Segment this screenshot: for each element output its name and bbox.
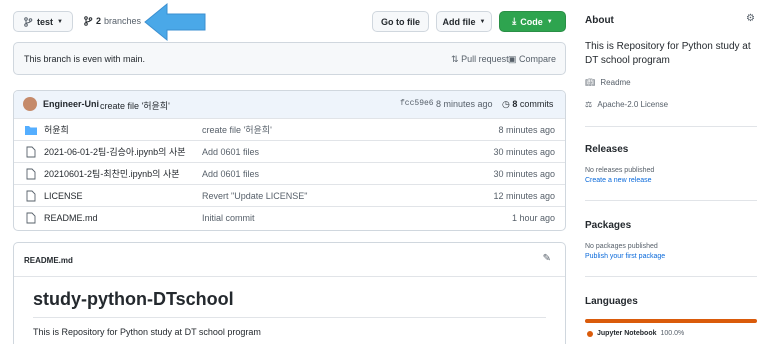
- file-row[interactable]: LICENSE Revert "Update LICENSE" 12 minut…: [14, 184, 565, 206]
- readme-separator: [14, 276, 565, 277]
- law-icon: ⚖: [585, 100, 593, 109]
- file-list-box: Engineer-Uni create file '허윤희' fcc59e6 8…: [13, 90, 566, 231]
- sidebar-divider: [585, 276, 757, 277]
- latest-commit-bar: Engineer-Uni create file '허윤희' fcc59e6 8…: [14, 91, 565, 118]
- gear-icon[interactable]: ⚙: [746, 13, 755, 24]
- file-commit-message[interactable]: Add 0601 files: [202, 169, 259, 179]
- packages-title: Packages: [585, 220, 632, 231]
- chevron-down-icon: ▼: [479, 18, 486, 25]
- go-to-file-label: Go to file: [381, 16, 420, 27]
- sidebar-divider: [585, 126, 757, 127]
- file-name[interactable]: 20210601-2팀-최찬민.ipynb의 사본: [44, 167, 180, 180]
- commits-label: commits: [519, 99, 554, 109]
- file-row[interactable]: 20210601-2팀-최찬민.ipynb의 사본 Add 0601 files…: [14, 162, 565, 184]
- packages-none-text: No packages published: [585, 243, 658, 250]
- file-name[interactable]: 허윤희: [44, 123, 69, 136]
- about-title: About: [585, 15, 614, 26]
- file-time: 12 minutes ago: [493, 190, 555, 201]
- language-name: Jupyter Notebook: [597, 330, 657, 337]
- license-link-label: Apache-2.0 License: [597, 100, 669, 109]
- file-row[interactable]: 허윤희 create file '허윤희' 8 minutes ago: [14, 118, 565, 140]
- download-icon: ⤓: [512, 16, 517, 26]
- file-icon: [26, 212, 36, 223]
- language-item[interactable]: Jupyter Notebook 100.0%: [587, 330, 684, 337]
- releases-title: Releases: [585, 144, 629, 155]
- commit-message[interactable]: create file '허윤희': [100, 99, 170, 112]
- folder-icon: [25, 125, 37, 135]
- file-commit-message[interactable]: create file '허윤희': [202, 123, 272, 136]
- file-time: 30 minutes ago: [493, 168, 555, 179]
- file-name[interactable]: 2021-06-01-2팀-김승아.ipynb의 사본: [44, 145, 186, 158]
- readme-link-label: Readme: [600, 78, 631, 87]
- commit-time: 8 minutes ago: [436, 99, 493, 109]
- about-text: This is Repository for Python study at D…: [585, 41, 751, 66]
- readme-filename: README.md: [24, 256, 73, 265]
- compare-link[interactable]: ▣ Compare: [508, 54, 556, 65]
- languages-title: Languages: [585, 296, 638, 307]
- file-time: 1 hour ago: [511, 212, 555, 223]
- create-release-link[interactable]: Create a new release: [585, 177, 652, 184]
- branches-count: 2: [96, 16, 102, 26]
- annotation-arrow: [144, 2, 206, 42]
- commits-count: 8: [512, 99, 518, 109]
- branch-name: test: [37, 16, 54, 27]
- branch-select-button[interactable]: test ▼: [13, 11, 73, 32]
- readme-heading: study-python-DTschool: [33, 289, 234, 309]
- releases-none-text: No releases published: [585, 167, 655, 174]
- pull-request-link[interactable]: ⇅ Pull request: [451, 54, 509, 65]
- file-name[interactable]: README.md: [44, 213, 98, 223]
- compare-icon: ▣: [508, 54, 517, 64]
- language-percent: 100.0%: [660, 330, 685, 337]
- file-row[interactable]: 2021-06-01-2팀-김승아.ipynb의 사본 Add 0601 fil…: [14, 140, 565, 162]
- book-icon: 📖︎: [585, 78, 596, 87]
- sidebar-divider: [585, 200, 757, 201]
- readme-body: This is Repository for Python study at D…: [33, 327, 261, 337]
- branch-status-text: This branch is even with main.: [24, 54, 146, 64]
- language-bar: [585, 319, 757, 323]
- code-label: Code: [520, 16, 543, 27]
- code-button[interactable]: ⤓ Code ▼: [499, 11, 566, 32]
- pencil-icon[interactable]: ✎: [543, 253, 551, 264]
- file-commit-message[interactable]: Initial commit: [202, 213, 255, 223]
- chevron-down-icon: ▼: [57, 18, 63, 25]
- file-time: 8 minutes ago: [498, 124, 555, 135]
- readme-box: README.md ✎ study-python-DTschool This i…: [13, 242, 566, 344]
- compare-label: Compare: [519, 54, 557, 64]
- readme-link[interactable]: 📖︎ Readme: [585, 78, 631, 87]
- file-row[interactable]: README.md Initial commit 1 hour ago: [14, 206, 565, 228]
- file-commit-message[interactable]: Revert "Update LICENSE": [202, 191, 307, 201]
- publish-package-link[interactable]: Publish your first package: [585, 253, 665, 260]
- pull-request-label: Pull request: [461, 54, 509, 64]
- add-file-label: Add file: [442, 16, 476, 27]
- git-branch-icon: [84, 16, 93, 26]
- file-icon: [26, 146, 36, 157]
- readme-heading-rule: [33, 317, 546, 318]
- file-icon: [26, 190, 36, 201]
- go-to-file-button[interactable]: Go to file: [372, 11, 429, 32]
- avatar: [23, 97, 37, 111]
- license-link[interactable]: ⚖ Apache-2.0 License: [585, 100, 668, 109]
- file-name[interactable]: LICENSE: [44, 191, 83, 201]
- file-commit-message[interactable]: Add 0601 files: [202, 147, 259, 157]
- commits-link[interactable]: ◷ 8 commits: [502, 99, 553, 110]
- chevron-down-icon: ▼: [546, 18, 553, 25]
- file-icon: [26, 168, 36, 179]
- history-icon: ◷: [502, 99, 510, 109]
- branches-label: branches: [104, 16, 142, 26]
- branch-status-box: This branch is even with main. ⇅ Pull re…: [13, 42, 566, 75]
- commit-sha[interactable]: fcc59e6: [400, 99, 434, 108]
- file-time: 30 minutes ago: [493, 146, 555, 157]
- branches-link[interactable]: 2 branches: [83, 16, 141, 26]
- add-file-button[interactable]: Add file ▼: [436, 11, 492, 32]
- pull-request-icon: ⇅: [451, 54, 459, 64]
- git-branch-icon: [24, 16, 33, 27]
- language-color-dot: [587, 330, 593, 337]
- commit-author[interactable]: Engineer-Uni: [43, 99, 99, 109]
